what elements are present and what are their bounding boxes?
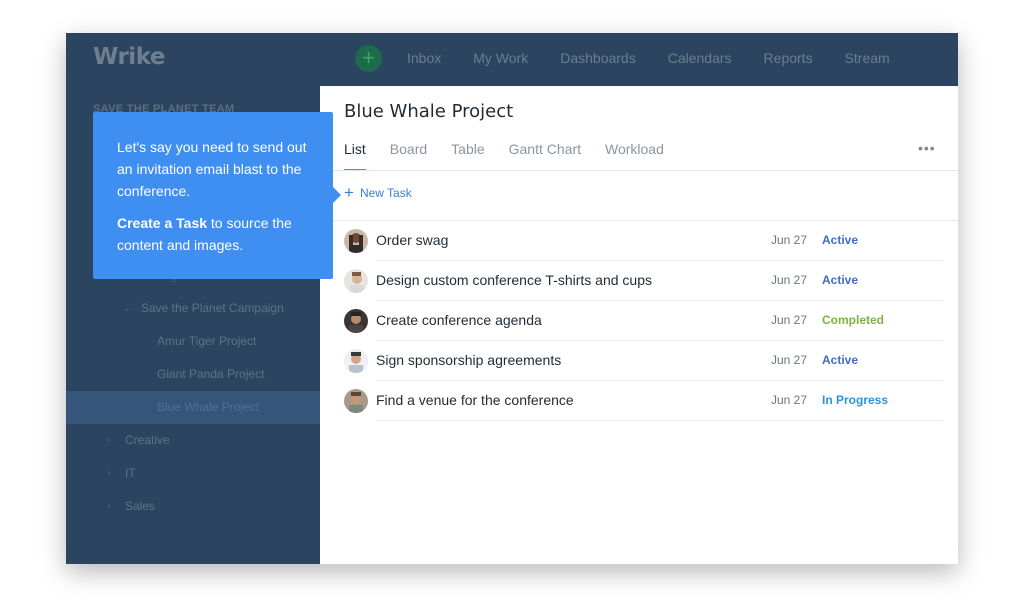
task-name[interactable]: Design custom conference T-shirts and cu… <box>376 272 652 288</box>
nav-inbox[interactable]: Inbox <box>407 50 441 66</box>
sidebar-item-sales[interactable]: › Sales <box>66 490 320 523</box>
chevron-right-icon[interactable]: › <box>107 457 111 490</box>
tab-list[interactable]: List <box>344 141 366 171</box>
avatar <box>344 349 368 373</box>
task-name[interactable]: Order swag <box>376 232 448 248</box>
tab-table[interactable]: Table <box>451 141 484 171</box>
nav-my-work[interactable]: My Work <box>473 50 528 66</box>
project-panel: Blue Whale Project List Board Table Gant… <box>320 86 958 564</box>
top-bar: Wrike + Inbox My Work Dashboards Calenda… <box>66 33 958 86</box>
task-name[interactable]: Find a venue for the conference <box>376 392 574 408</box>
plus-icon: + <box>344 183 354 202</box>
status-badge[interactable]: Active <box>822 233 858 247</box>
sidebar-item-label: Save the Planet Campaign <box>141 301 284 315</box>
sidebar-item-label: IT <box>125 466 136 480</box>
task-date: Jun 27 <box>771 233 808 247</box>
avatar <box>344 269 368 293</box>
avatar <box>344 309 368 333</box>
chevron-right-icon[interactable]: › <box>107 424 111 457</box>
tooltip-cta-text: Create a Task to source the content and … <box>117 212 317 256</box>
page-title: Blue Whale Project <box>344 101 514 122</box>
task-date: Jun 27 <box>771 393 808 407</box>
new-task-button[interactable]: + New Task <box>344 183 412 202</box>
nav-reports[interactable]: Reports <box>764 50 813 66</box>
sidebar-item-it[interactable]: › IT <box>66 457 320 490</box>
status-badge[interactable]: In Progress <box>822 393 888 407</box>
table-row[interactable]: Create conference agenda Jun 27 Complete… <box>344 301 944 341</box>
tab-workload[interactable]: Workload <box>605 141 664 171</box>
avatar <box>344 389 368 413</box>
sidebar-item-amur-tiger[interactable]: Amur Tiger Project <box>66 325 320 358</box>
task-name[interactable]: Sign sponsorship agreements <box>376 352 561 368</box>
nav-dashboards[interactable]: Dashboards <box>560 50 636 66</box>
onboarding-tooltip: Let's say you need to send out an invita… <box>93 112 341 279</box>
avatar <box>344 229 368 253</box>
task-date: Jun 27 <box>771 313 808 327</box>
chevron-down-icon[interactable]: ⌄ <box>122 292 131 325</box>
sidebar-item-label: Giant Panda Project <box>157 367 265 381</box>
nav-calendars[interactable]: Calendars <box>668 50 732 66</box>
tooltip-cta-bold: Create a Task <box>117 215 208 231</box>
top-nav: Inbox My Work Dashboards Calendars Repor… <box>407 50 922 66</box>
nav-stream[interactable]: Stream <box>845 50 890 66</box>
task-name[interactable]: Create conference agenda <box>376 312 542 328</box>
tab-gantt-chart[interactable]: Gantt Chart <box>509 141 581 171</box>
table-row[interactable]: Sign sponsorship agreements Jun 27 Activ… <box>344 341 944 381</box>
sidebar-item-creative[interactable]: › Creative <box>66 424 320 457</box>
status-badge[interactable]: Completed <box>822 313 884 327</box>
sidebar-item-giant-panda[interactable]: Giant Panda Project <box>66 358 320 391</box>
sidebar-item-label: Blue Whale Project <box>157 400 260 414</box>
status-badge[interactable]: Active <box>822 273 858 287</box>
sidebar-item-label: Creative <box>125 433 170 447</box>
task-date: Jun 27 <box>771 273 808 287</box>
row-divider <box>376 420 943 421</box>
sidebar-item-label: Amur Tiger Project <box>157 334 257 348</box>
view-tabs: List Board Table Gantt Chart Workload <box>344 141 688 171</box>
tooltip-arrow <box>333 187 341 203</box>
table-row[interactable]: Find a venue for the conference Jun 27 I… <box>344 381 944 421</box>
chevron-right-icon[interactable]: › <box>107 490 111 523</box>
sidebar-item-campaign[interactable]: ⌄ Save the Planet Campaign <box>66 292 320 325</box>
add-button[interactable]: + <box>355 45 382 72</box>
table-row[interactable]: Order swag Jun 27 Active <box>344 221 944 261</box>
divider <box>320 170 958 171</box>
sidebar-item-blue-whale[interactable]: Blue Whale Project <box>66 391 320 424</box>
table-row[interactable]: Design custom conference T-shirts and cu… <box>344 261 944 301</box>
new-task-label: New Task <box>359 186 412 200</box>
sidebar-item-label: Sales <box>125 499 156 513</box>
task-date: Jun 27 <box>771 353 808 367</box>
tab-board[interactable]: Board <box>390 141 427 171</box>
tooltip-text: Let's say you need to send out an invita… <box>117 139 307 199</box>
more-options-icon[interactable]: ••• <box>918 140 936 156</box>
wrike-logo[interactable]: Wrike <box>93 44 165 70</box>
status-badge[interactable]: Active <box>822 353 858 367</box>
